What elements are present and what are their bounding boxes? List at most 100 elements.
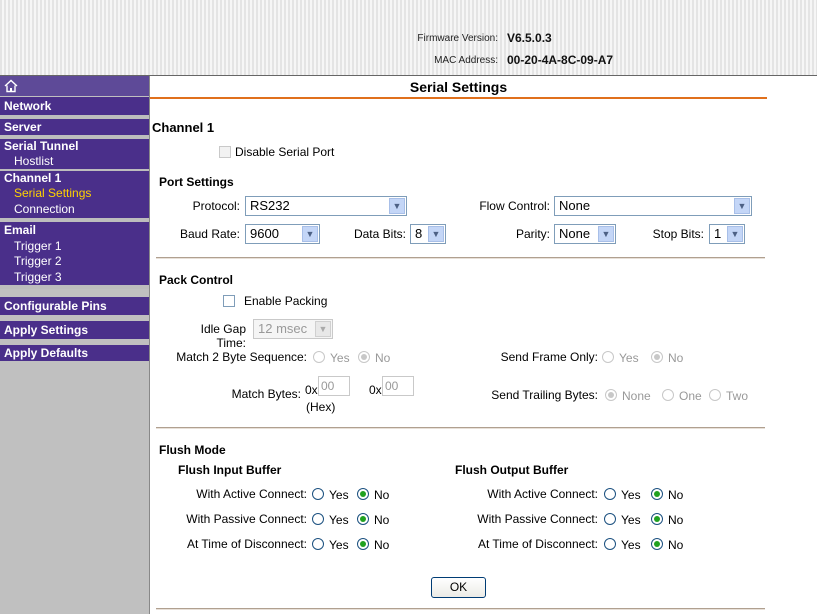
- chevron-down-icon: ▼: [315, 321, 331, 337]
- match-byte2-input[interactable]: 00: [382, 376, 414, 396]
- send-frame-no-label: No: [668, 351, 684, 365]
- sidebar-item-apply-settings[interactable]: Apply Settings: [0, 321, 149, 339]
- sidebar-item-channel1[interactable]: Channel 1: [0, 171, 149, 186]
- firmware-label: Firmware Version:: [417, 33, 498, 44]
- firmware-value: V6.5.0.3: [507, 31, 552, 45]
- stop-bits-value: 1: [714, 226, 722, 241]
- input-disconnect-no-radio[interactable]: [357, 538, 369, 550]
- data-bits-select[interactable]: 8 ▼: [410, 224, 446, 244]
- home-icon: [4, 79, 18, 93]
- sidebar-item-trigger3[interactable]: Trigger 3: [0, 269, 149, 285]
- sidebar-item-trigger1[interactable]: Trigger 1: [0, 239, 149, 254]
- protocol-label: Protocol:: [192, 199, 240, 213]
- send-trailing-none-radio[interactable]: [605, 389, 617, 401]
- ok-button[interactable]: OK: [431, 577, 486, 598]
- chevron-down-icon: ▼: [389, 198, 405, 214]
- output-active-no-radio[interactable]: [651, 488, 663, 500]
- disable-serial-port-label: Disable Serial Port: [235, 145, 335, 159]
- chevron-down-icon: ▼: [598, 226, 614, 242]
- input-disconnect-no-label: No: [374, 538, 390, 552]
- match-sequence-no-radio[interactable]: [358, 351, 370, 363]
- input-active-no-label: No: [374, 488, 390, 502]
- input-passive-no-label: No: [374, 513, 390, 527]
- mac-value: 00-20-4A-8C-09-A7: [507, 53, 614, 67]
- send-frame-yes-label: Yes: [619, 351, 639, 365]
- section-divider: [156, 608, 765, 610]
- parity-select[interactable]: None ▼: [554, 224, 616, 244]
- output-passive-yes-label: Yes: [621, 513, 641, 527]
- home-link[interactable]: [0, 76, 149, 96]
- flow-control-label: Flow Control:: [479, 199, 550, 213]
- input-disconnect-label: At Time of Disconnect:: [186, 537, 307, 551]
- idle-gap-value: 12 msec: [258, 321, 308, 336]
- send-trailing-one-radio[interactable]: [662, 389, 674, 401]
- sidebar-item-network[interactable]: Network: [0, 97, 149, 115]
- enable-packing-checkbox[interactable]: [223, 295, 235, 307]
- match-sequence-yes-label: Yes: [330, 351, 350, 365]
- sidebar-item-hostlist[interactable]: Hostlist: [0, 154, 149, 169]
- chevron-down-icon: ▼: [734, 198, 750, 214]
- output-passive-label: With Passive Connect:: [477, 512, 598, 526]
- sidebar-separator: [0, 285, 149, 289]
- idle-gap-label: Idle Gap Time:: [200, 322, 246, 350]
- input-active-yes-radio[interactable]: [312, 488, 324, 500]
- match-byte1-prefix: 0x: [305, 383, 318, 397]
- disable-serial-port-checkbox[interactable]: [219, 146, 231, 158]
- input-active-no-radio[interactable]: [357, 488, 369, 500]
- send-trailing-two-radio[interactable]: [709, 389, 721, 401]
- match-sequence-yes-radio[interactable]: [313, 351, 325, 363]
- output-disconnect-no-radio[interactable]: [651, 538, 663, 550]
- sidebar-item-server[interactable]: Server: [0, 119, 149, 135]
- port-settings-heading: Port Settings: [159, 175, 234, 189]
- output-passive-no-label: No: [668, 513, 684, 527]
- send-frame-yes-radio[interactable]: [602, 351, 614, 363]
- send-trailing-one-label: One: [679, 389, 702, 403]
- input-disconnect-yes-radio[interactable]: [312, 538, 324, 550]
- chevron-down-icon: ▼: [302, 226, 318, 242]
- chevron-down-icon: ▼: [428, 226, 444, 242]
- parity-value: None: [559, 226, 591, 241]
- stop-bits-select[interactable]: 1 ▼: [709, 224, 745, 244]
- enable-packing-label: Enable Packing: [244, 294, 328, 308]
- match-byte1-input[interactable]: 00: [318, 376, 350, 396]
- sidebar-item-configurable-pins[interactable]: Configurable Pins: [0, 297, 149, 315]
- output-disconnect-no-label: No: [668, 538, 684, 552]
- header-banner: Firmware Version: V6.5.0.3 MAC Address: …: [0, 0, 817, 76]
- sidebar-item-apply-defaults[interactable]: Apply Defaults: [0, 345, 149, 361]
- data-bits-label: Data Bits:: [353, 227, 406, 241]
- match-sequence-label: Match 2 Byte Sequence:: [176, 350, 307, 364]
- chevron-down-icon: ▼: [727, 226, 743, 242]
- flow-control-select[interactable]: None ▼: [554, 196, 752, 216]
- output-active-yes-label: Yes: [621, 488, 641, 502]
- output-passive-yes-radio[interactable]: [604, 513, 616, 525]
- pack-control-heading: Pack Control: [159, 273, 234, 287]
- baud-rate-select[interactable]: 9600 ▼: [245, 224, 320, 244]
- send-trailing-none-label: None: [622, 389, 651, 403]
- sidebar-item-serial-tunnel[interactable]: Serial Tunnel: [0, 139, 149, 154]
- output-disconnect-yes-radio[interactable]: [604, 538, 616, 550]
- send-trailing-two-label: Two: [726, 389, 749, 403]
- idle-gap-select[interactable]: 12 msec ▼: [253, 319, 333, 339]
- page-title-bar: Serial Settings: [150, 77, 767, 99]
- mac-label: MAC Address:: [434, 55, 498, 66]
- match-sequence-no-label: No: [375, 351, 391, 365]
- sidebar-item-connection[interactable]: Connection: [0, 201, 149, 218]
- input-passive-yes-radio[interactable]: [312, 513, 324, 525]
- flow-control-value: None: [559, 198, 591, 213]
- sidebar-item-email[interactable]: Email: [0, 222, 149, 239]
- baud-rate-label: Baud Rate:: [179, 227, 240, 241]
- output-passive-no-radio[interactable]: [651, 513, 663, 525]
- stop-bits-label: Stop Bits:: [652, 227, 704, 241]
- sidebar-item-serial-settings[interactable]: Serial Settings: [0, 186, 149, 201]
- protocol-select[interactable]: RS232 ▼: [245, 196, 407, 216]
- output-active-yes-radio[interactable]: [604, 488, 616, 500]
- sidebar-item-trigger2[interactable]: Trigger 2: [0, 254, 149, 269]
- baud-rate-value: 9600: [250, 226, 279, 241]
- section-divider: [156, 427, 765, 429]
- input-passive-no-radio[interactable]: [357, 513, 369, 525]
- send-frame-no-radio[interactable]: [651, 351, 663, 363]
- parity-label: Parity:: [515, 227, 550, 241]
- input-active-yes-label: Yes: [329, 488, 349, 502]
- output-active-label: With Active Connect:: [487, 487, 598, 501]
- input-disconnect-yes-label: Yes: [329, 538, 349, 552]
